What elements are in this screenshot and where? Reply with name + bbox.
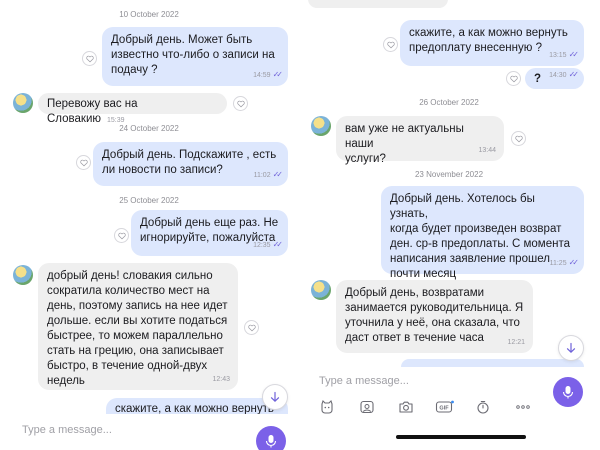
scroll-down-button[interactable] bbox=[262, 384, 288, 410]
message-time: 11:25 bbox=[549, 260, 567, 267]
incoming-message[interactable]: Перевожу вас на Словакию 15:39 bbox=[38, 93, 227, 125]
date-separator: 24 October 2022 bbox=[119, 124, 179, 133]
gallery-icon bbox=[360, 400, 374, 414]
heart-icon[interactable] bbox=[506, 71, 521, 86]
heart-icon[interactable] bbox=[383, 37, 398, 52]
microphone-icon bbox=[265, 435, 277, 448]
heart-icon[interactable] bbox=[114, 228, 129, 243]
home-indicator bbox=[396, 435, 526, 439]
gif-button[interactable]: GIF bbox=[435, 398, 455, 416]
message-input[interactable] bbox=[22, 421, 222, 439]
double-check-icon: ✓✓ bbox=[568, 258, 580, 267]
message-time: 12:21 bbox=[507, 339, 525, 346]
message-text: вам уже не актуальны наши услуги? bbox=[345, 123, 464, 165]
message-time: 12:43 bbox=[212, 376, 230, 383]
message-time: 13:44 bbox=[478, 147, 496, 154]
voice-record-button[interactable] bbox=[553, 377, 583, 407]
incoming-message[interactable]: вам уже не актуальны наши услуги? 13:44 bbox=[336, 116, 504, 165]
message-meta: 12:35 ✓✓ bbox=[253, 237, 284, 253]
avatar[interactable] bbox=[13, 93, 33, 113]
chevron-down-icon bbox=[270, 391, 280, 403]
microphone-icon bbox=[562, 386, 574, 399]
message-time: 11:02 bbox=[253, 172, 271, 179]
outgoing-message[interactable]: ? 14:30 ✓✓ bbox=[525, 68, 584, 89]
double-check-icon: ✓✓ bbox=[568, 70, 580, 79]
date-separator: 25 October 2022 bbox=[119, 196, 179, 205]
outgoing-message-partial bbox=[401, 359, 584, 367]
more-icon bbox=[516, 405, 530, 409]
message-meta: 13:15 ✓✓ bbox=[549, 47, 580, 63]
heart-icon[interactable] bbox=[76, 155, 91, 170]
message-text: Добрый день. Хотелось бы узнать, когда б… bbox=[390, 193, 570, 280]
camera-icon bbox=[399, 401, 413, 413]
gif-icon: GIF bbox=[435, 400, 454, 413]
outgoing-message[interactable]: скажите, а как можно вернуть предоплату … bbox=[400, 20, 584, 66]
message-text: добрый день! словакия сильно сократила к… bbox=[47, 270, 228, 387]
double-check-icon: ✓✓ bbox=[568, 50, 580, 59]
message-meta: 14:59 ✓✓ bbox=[253, 67, 284, 83]
message-time: 12:35 bbox=[253, 242, 271, 249]
message-time: 13:15 bbox=[549, 52, 567, 59]
composer-bar bbox=[0, 414, 297, 450]
double-check-icon: ✓✓ bbox=[272, 170, 284, 179]
message-meta: 14:30 ✓✓ bbox=[549, 67, 580, 83]
message-time: 14:30 bbox=[549, 72, 567, 79]
message-time: 14:59 bbox=[253, 72, 271, 79]
svg-text:GIF: GIF bbox=[439, 406, 449, 412]
outgoing-message[interactable]: Добрый день. Подскажите , есть ли новост… bbox=[93, 142, 288, 186]
outgoing-message[interactable]: Добрый день. Может быть известно что-либ… bbox=[102, 27, 288, 86]
sticker-icon bbox=[321, 399, 333, 414]
date-separator: 10 October 2022 bbox=[119, 10, 179, 19]
date-separator: 23 November 2022 bbox=[414, 170, 484, 179]
message-text: Добрый день. Подскажите , есть ли новост… bbox=[102, 149, 277, 176]
voice-record-button[interactable] bbox=[256, 426, 286, 450]
heart-icon[interactable] bbox=[511, 131, 526, 146]
incoming-message[interactable]: добрый день! словакия сильно сократила к… bbox=[38, 263, 238, 390]
outgoing-message[interactable]: Добрый день. Хотелось бы узнать, когда б… bbox=[381, 186, 584, 280]
message-input[interactable] bbox=[319, 372, 519, 390]
avatar[interactable] bbox=[13, 265, 33, 285]
chat-pane-left: 10 October 2022 Добрый день. Может быть … bbox=[0, 0, 297, 450]
message-text: ? bbox=[534, 73, 542, 85]
chat-pane-right: скажите, а как можно вернуть предоплату … bbox=[303, 0, 600, 450]
composer-bar: GIF bbox=[303, 367, 600, 450]
sticker-button[interactable] bbox=[318, 398, 336, 416]
outgoing-message[interactable]: Добрый день еще раз. Не игнорируйте, пож… bbox=[131, 210, 288, 256]
incoming-message[interactable]: Добрый день, возвратами занимается руков… bbox=[336, 280, 533, 353]
incoming-message-partial bbox=[308, 0, 448, 8]
timer-icon bbox=[477, 400, 489, 414]
chevron-down-icon bbox=[566, 342, 576, 354]
camera-button[interactable] bbox=[397, 398, 415, 416]
message-meta: 11:02 ✓✓ bbox=[253, 167, 284, 183]
message-text: Добрый день, возвратами занимается руков… bbox=[345, 287, 524, 344]
heart-icon[interactable] bbox=[244, 320, 259, 335]
double-check-icon: ✓✓ bbox=[272, 240, 284, 249]
date-separator: 26 October 2022 bbox=[419, 98, 479, 107]
message-meta: 11:25 ✓✓ bbox=[549, 255, 580, 271]
scroll-down-button[interactable] bbox=[558, 335, 584, 361]
avatar[interactable] bbox=[311, 116, 331, 136]
gallery-button[interactable] bbox=[358, 398, 376, 416]
heart-icon[interactable] bbox=[233, 96, 248, 111]
avatar[interactable] bbox=[311, 280, 331, 300]
double-check-icon: ✓✓ bbox=[272, 70, 284, 79]
message-time: 15:39 bbox=[107, 117, 125, 124]
heart-icon[interactable] bbox=[82, 51, 97, 66]
more-button[interactable] bbox=[514, 398, 532, 416]
timer-button[interactable] bbox=[474, 398, 492, 416]
